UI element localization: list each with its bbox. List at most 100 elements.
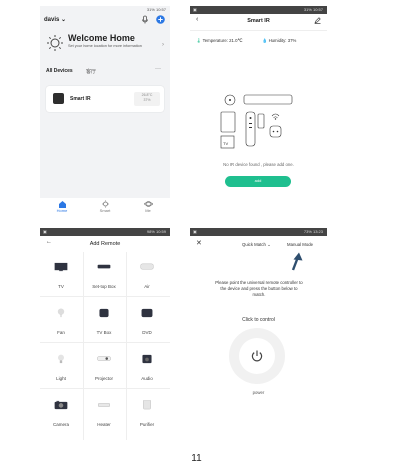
remote-type-label: DVD: [142, 330, 152, 335]
empty-message: No IR device found , please add one.: [223, 162, 294, 167]
match-screen: ▣ 73% 13:23 ✕ Quick Match ⌄ Manual Mode …: [190, 228, 327, 440]
nav-home[interactable]: Home: [54, 200, 70, 213]
add-remote-screen: ▣ 98% 10:59 ← Add Remote TV Set-top Box Ai…: [40, 228, 170, 440]
status-time: 13:23: [312, 229, 323, 234]
power-icon: [251, 350, 263, 362]
power-button[interactable]: [229, 328, 285, 384]
ir-devices-illustration: TV: [218, 90, 300, 158]
close-icon[interactable]: ✕: [196, 239, 202, 247]
smart-ir-device-icon: [53, 93, 64, 104]
status-battery: 31%: [303, 7, 312, 12]
remote-type-label: Audio: [141, 376, 153, 381]
remote-type-air[interactable]: Air: [127, 254, 167, 296]
chevron-down-icon: ⌄: [61, 17, 67, 23]
nav-me-label: Me: [145, 208, 151, 213]
quick-match-tab[interactable]: Quick Match ⌄: [242, 242, 271, 248]
home-screen: 31% 10:57 davis ⌄ Welcome Home Set your …: [40, 6, 170, 218]
add-button[interactable]: add: [225, 176, 291, 187]
thermometer-icon: 🌡: [196, 38, 202, 43]
remote-type-label: TV: [58, 284, 64, 289]
remote-type-set-top-box[interactable]: Set-top Box: [84, 254, 124, 296]
temperature-value: 21.0℃: [229, 38, 243, 43]
air-conditioner-icon: [140, 263, 154, 270]
status-time: 10:57: [312, 7, 323, 12]
status-bar: ▣ 31% 10:57: [190, 6, 327, 14]
manual-mode-tab[interactable]: Manual Mode: [287, 242, 313, 247]
grid-divider: [40, 388, 170, 389]
device-card-smart-ir[interactable]: Smart IR 26.8°C 37%: [46, 86, 164, 112]
audio-icon: [142, 354, 152, 364]
welcome-title: Welcome Home: [68, 33, 135, 43]
remote-type-audio[interactable]: Audio: [127, 346, 167, 388]
status-bar: 31% 10:57: [40, 6, 170, 14]
remote-type-label: Air: [144, 284, 150, 289]
gallery-icon: ▣: [193, 7, 197, 12]
microphone-icon[interactable]: [141, 15, 149, 24]
remote-type-tv[interactable]: TV: [41, 254, 81, 296]
remote-type-label: Heater: [97, 422, 111, 427]
status-battery: 73%: [303, 229, 312, 234]
tv-box-icon: [99, 308, 109, 318]
remote-type-purifier[interactable]: Purifier: [127, 392, 167, 434]
remote-type-label: Fan: [57, 330, 65, 335]
camera-icon: [54, 400, 68, 410]
nav-smart-label: Smart: [99, 208, 111, 213]
remote-type-label: Projector: [94, 376, 113, 381]
remote-type-light[interactable]: Light: [41, 346, 81, 388]
sun-icon: [46, 34, 64, 52]
tab-living-room[interactable]: 客厅: [86, 68, 96, 75]
divider: [190, 30, 327, 31]
page-title: Smart IR: [247, 18, 270, 24]
remote-type-fan[interactable]: Fan: [41, 300, 81, 342]
humidity-label: Humidity:: [268, 38, 287, 43]
remote-type-label: Purifier: [139, 422, 155, 427]
nav-smart[interactable]: Smart: [97, 200, 113, 213]
remote-type-grid: TV Set-top Box Air Fan TV Box DVD Light Project…: [40, 252, 170, 440]
remote-type-heater[interactable]: Heater: [84, 392, 124, 434]
remote-type-camera[interactable]: Camera: [41, 392, 81, 434]
dvd-icon: [141, 308, 153, 318]
gallery-icon: ▣: [43, 229, 47, 234]
status-battery: 31%: [146, 7, 155, 12]
remote-type-dvd[interactable]: DVD: [127, 300, 167, 342]
remote-type-projector[interactable]: Projector: [84, 346, 124, 388]
add-device-icon[interactable]: [156, 15, 165, 24]
nav-me[interactable]: Me: [140, 200, 156, 213]
smart-ir-screen: ▣ 31% 10:57 ‹ Smart IR 🌡 Temperature: 21…: [190, 6, 327, 218]
remote-type-tv-box[interactable]: TV Box: [84, 300, 124, 342]
user-name: davis: [44, 17, 60, 23]
status-time: 10:59: [155, 229, 166, 234]
fan-icon: [57, 308, 65, 318]
remote-type-label: Light: [56, 376, 66, 381]
more-icon[interactable]: ···: [155, 66, 161, 72]
status-bar: ▣ 98% 10:59: [40, 228, 170, 236]
temperature-reading: 🌡 Temperature: 21.0℃: [196, 38, 242, 44]
remote-type-label: Set-top Box: [92, 284, 116, 289]
tab-all-devices[interactable]: All Devices: [46, 68, 73, 74]
heater-icon: [98, 403, 110, 407]
remote-type-label: Camera: [52, 422, 69, 427]
device-name: Smart IR: [70, 96, 91, 102]
welcome-subtitle: Set your home location for more informat…: [68, 44, 142, 48]
instruction-text: Please point the universal remote contro…: [215, 280, 303, 297]
set-top-box-icon: [97, 264, 111, 269]
welcome-banner[interactable]: Welcome Home Set your home location for …: [44, 28, 166, 62]
temperature-label: Temperature:: [202, 38, 228, 43]
bottom-nav: Home Smart Me: [40, 198, 170, 218]
purifier-icon: [143, 400, 151, 410]
edit-icon[interactable]: [314, 17, 321, 24]
user-selector[interactable]: davis ⌄: [44, 16, 66, 23]
grid-divider: [40, 296, 170, 297]
pointer-arrow-icon: [290, 251, 304, 271]
status-battery: 98%: [146, 229, 155, 234]
gallery-icon: ▣: [193, 229, 197, 234]
power-label: power: [252, 390, 265, 395]
droplet-icon: 💧: [262, 38, 268, 43]
humidity-reading: 💧 Humidity: 37%: [262, 38, 296, 44]
sun-outline-icon: [101, 200, 109, 208]
page-number: 11: [191, 453, 202, 464]
status-bar: ▣ 73% 13:23: [190, 228, 327, 236]
tv-icon: [54, 262, 68, 272]
grid-divider: [40, 342, 170, 343]
humidity-value: 37%: [287, 38, 297, 43]
